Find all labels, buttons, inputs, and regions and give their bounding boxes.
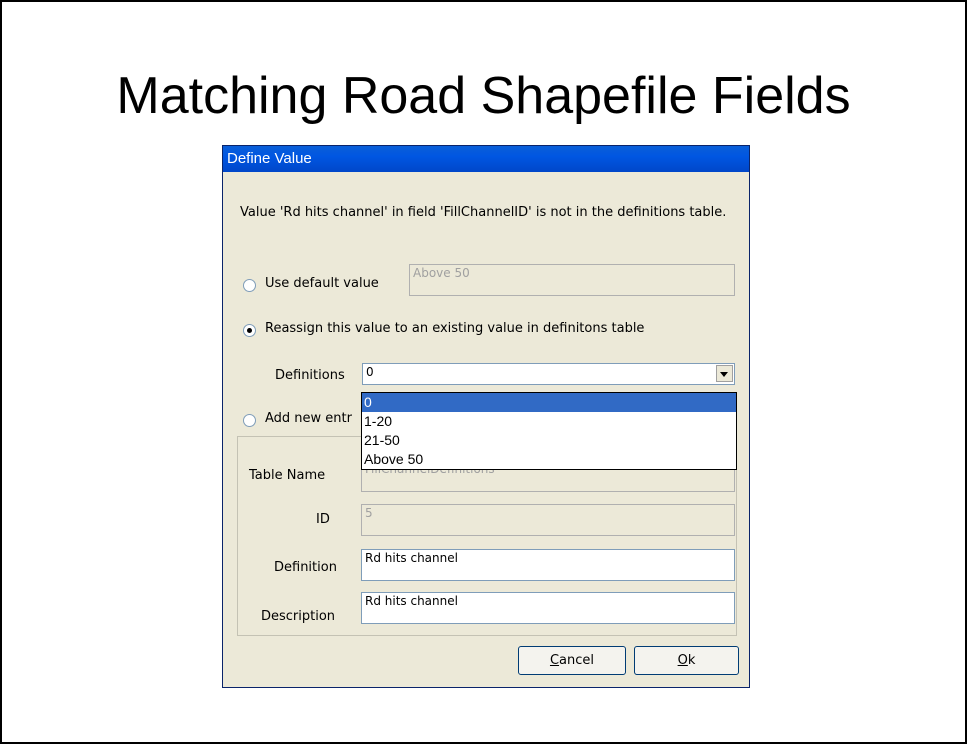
- radio-add-new[interactable]: [243, 414, 256, 427]
- radio-reassign-label: Reassign this value to an existing value…: [265, 321, 645, 336]
- radio-use-default-label: Use default value: [265, 276, 379, 291]
- definitions-combo[interactable]: 0: [362, 363, 735, 385]
- dropdown-option[interactable]: 0: [362, 393, 736, 412]
- definition-field[interactable]: Rd hits channel: [361, 549, 735, 581]
- define-value-dialog: Define Value Value 'Rd hits channel' in …: [222, 145, 750, 688]
- definitions-dropdown-list[interactable]: 0 1-20 21-50 Above 50: [361, 392, 737, 470]
- definition-label: Definition: [274, 560, 337, 575]
- description-field[interactable]: Rd hits channel: [361, 592, 735, 624]
- radio-add-new-label: Add new entr: [265, 411, 352, 426]
- dropdown-option[interactable]: Above 50: [362, 450, 736, 469]
- chevron-down-icon[interactable]: [716, 365, 733, 382]
- definitions-selected: 0: [366, 365, 374, 379]
- dialog-titlebar: Define Value: [223, 146, 749, 172]
- radio-reassign[interactable]: [243, 324, 256, 337]
- id-label: ID: [316, 512, 330, 527]
- id-field[interactable]: 5: [361, 504, 735, 536]
- cancel-button[interactable]: Cancel: [518, 646, 626, 675]
- definitions-label: Definitions: [275, 368, 345, 383]
- dialog-message: Value 'Rd hits channel' in field 'FillCh…: [240, 205, 727, 220]
- table-name-label: Table Name: [249, 468, 326, 483]
- dropdown-option[interactable]: 21-50: [362, 431, 736, 450]
- description-label: Description: [261, 609, 336, 624]
- slide-title: Matching Road Shapefile Fields: [116, 67, 851, 125]
- ok-button[interactable]: Ok: [634, 646, 739, 675]
- default-value-field[interactable]: Above 50: [409, 264, 735, 296]
- radio-use-default[interactable]: [243, 279, 256, 292]
- dropdown-option[interactable]: 1-20: [362, 412, 736, 431]
